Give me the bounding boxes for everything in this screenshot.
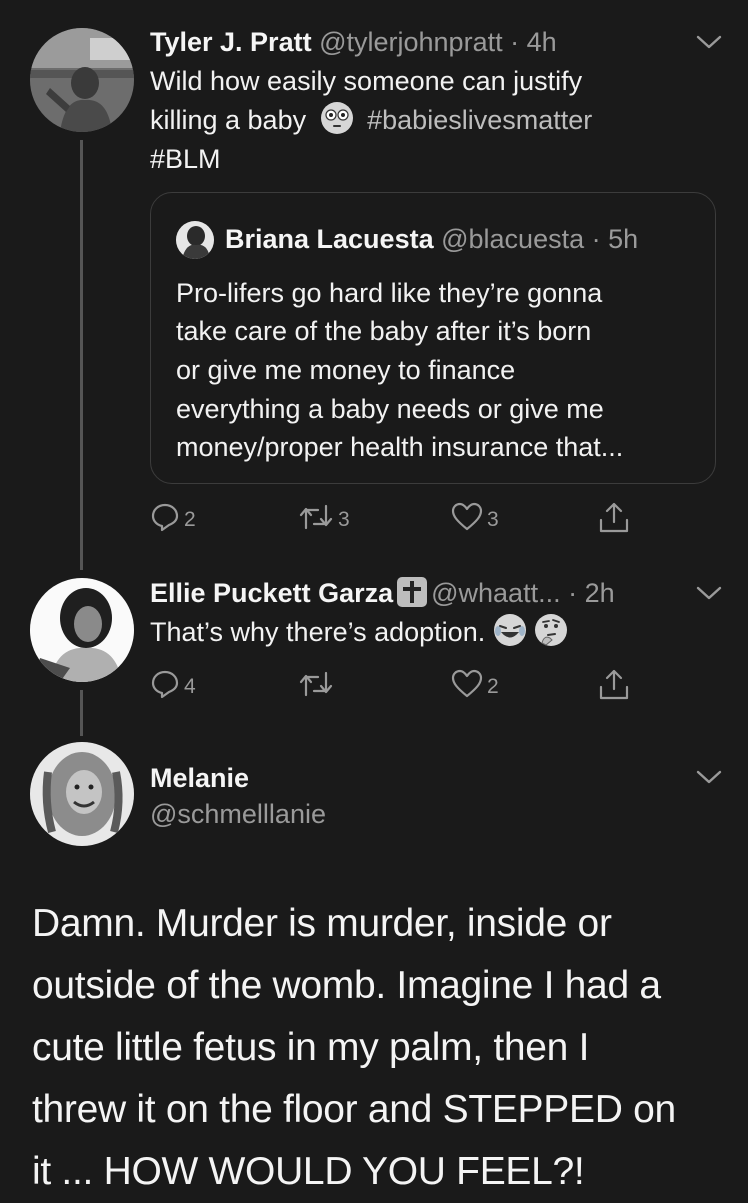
tweet1-reply-count: 2 [184, 508, 196, 531]
avatar-briana[interactable] [176, 221, 214, 259]
tweet1-author-name[interactable]: Tyler J. Pratt [150, 27, 312, 57]
reply-icon [151, 503, 179, 532]
hashtag-blm[interactable]: #BLM [150, 144, 221, 174]
tweet1-author-handle[interactable]: @tylerjohnpratt [319, 27, 503, 57]
share-icon [599, 669, 629, 700]
tweet1-reply-button[interactable]: 2 [150, 502, 196, 532]
tweet2-reply-button[interactable]: 4 [150, 669, 196, 699]
thread-line-2 [80, 690, 83, 736]
avatar-ellie[interactable] [30, 578, 134, 682]
tweet2-reply-count: 4 [184, 675, 196, 698]
quoted-text-line: or give me money to finance [176, 355, 516, 385]
quoted-author-name: Briana Lacuesta [225, 224, 434, 254]
quoted-text-line: Pro-lifers go hard like they’re gonna [176, 278, 603, 308]
tweet2-text: That’s why there’s adoption. [150, 613, 568, 652]
tweet1-like-count: 3 [487, 508, 499, 531]
flushed-face-emoji-icon [320, 102, 353, 134]
tweet3-author-name[interactable]: Melanie [150, 760, 249, 796]
tweet3-author-handle[interactable]: @schmelllanie [150, 796, 326, 832]
tweet1-chevron-down-icon[interactable] [696, 34, 722, 50]
heart-icon [451, 502, 483, 531]
tweet1-time: · 4h [510, 27, 557, 57]
tweet3-body-line: Damn. Murder is murder, inside or [32, 902, 612, 945]
tweet1-share-button[interactable] [598, 500, 630, 534]
quoted-text-line: everything a baby needs or give me [176, 394, 604, 424]
thread-line-1 [80, 140, 83, 570]
quoted-tweet-header: Briana Lacuesta @blacuesta · 5h [225, 221, 638, 257]
quoted-author-handle: @blacuesta [441, 224, 585, 254]
tweet3-body-line: cute little fetus in my palm, then I [32, 1026, 590, 1069]
tweet2-chevron-down-icon[interactable] [696, 585, 722, 601]
tweet2-like-button[interactable]: 2 [451, 669, 499, 699]
tweet2-like-count: 2 [487, 675, 499, 698]
tweet3-chevron-down-icon[interactable] [696, 769, 722, 785]
share-icon [599, 502, 629, 533]
quoted-text-line: take care of the baby after it’s born [176, 316, 592, 346]
tweet1-retweet-count: 3 [338, 508, 350, 531]
tweet3-body: Damn. Murder is murder, inside or outsid… [32, 893, 676, 1203]
tweet1-text-line2: killing a baby #babieslivesmatter [150, 101, 592, 140]
tweet3-body-line: threw it on the floor and STEPPED on [32, 1088, 676, 1131]
tweet1-like-button[interactable]: 3 [451, 502, 499, 532]
retweet-icon [299, 671, 333, 697]
tweet2-share-button[interactable] [598, 667, 630, 701]
retweet-icon [299, 504, 333, 530]
tweet2-time: · 2h [568, 578, 615, 608]
tweet1-header: Tyler J. Pratt @tylerjohnpratt · 4h [150, 24, 557, 60]
tweet2-author-name[interactable]: Ellie Puckett Garza [150, 578, 393, 608]
tweet2-retweet-button[interactable] [298, 669, 338, 699]
tweet1-text-line3: #BLM [150, 140, 221, 179]
quoted-time: · 5h [591, 224, 639, 254]
tweet1-text-line1: Wild how easily someone can justify [150, 66, 583, 96]
tweet2-header: Ellie Puckett Garza @whaatt... · 2h [150, 575, 615, 611]
avatar-tyler[interactable] [30, 28, 134, 132]
avatar-melanie[interactable] [30, 742, 134, 846]
heart-icon [451, 669, 483, 698]
hashtag-babieslivesmatter[interactable]: #babieslivesmatter [367, 105, 592, 135]
tweet2-author-handle[interactable]: @whaatt... [431, 578, 560, 608]
laughing-tears-emoji-icon [493, 614, 526, 646]
latin-cross-icon [397, 577, 428, 607]
thinking-face-emoji-icon [535, 614, 568, 646]
tweet3-body-line: outside of the womb. Imagine I had a [32, 964, 661, 1007]
tweet1-retweet-button[interactable]: 3 [298, 502, 350, 532]
reply-icon [151, 670, 179, 699]
tweet3-body-line: it ... HOW WOULD YOU FEEL?! [32, 1150, 585, 1193]
quoted-text-line: money/proper health insurance that... [176, 432, 624, 462]
